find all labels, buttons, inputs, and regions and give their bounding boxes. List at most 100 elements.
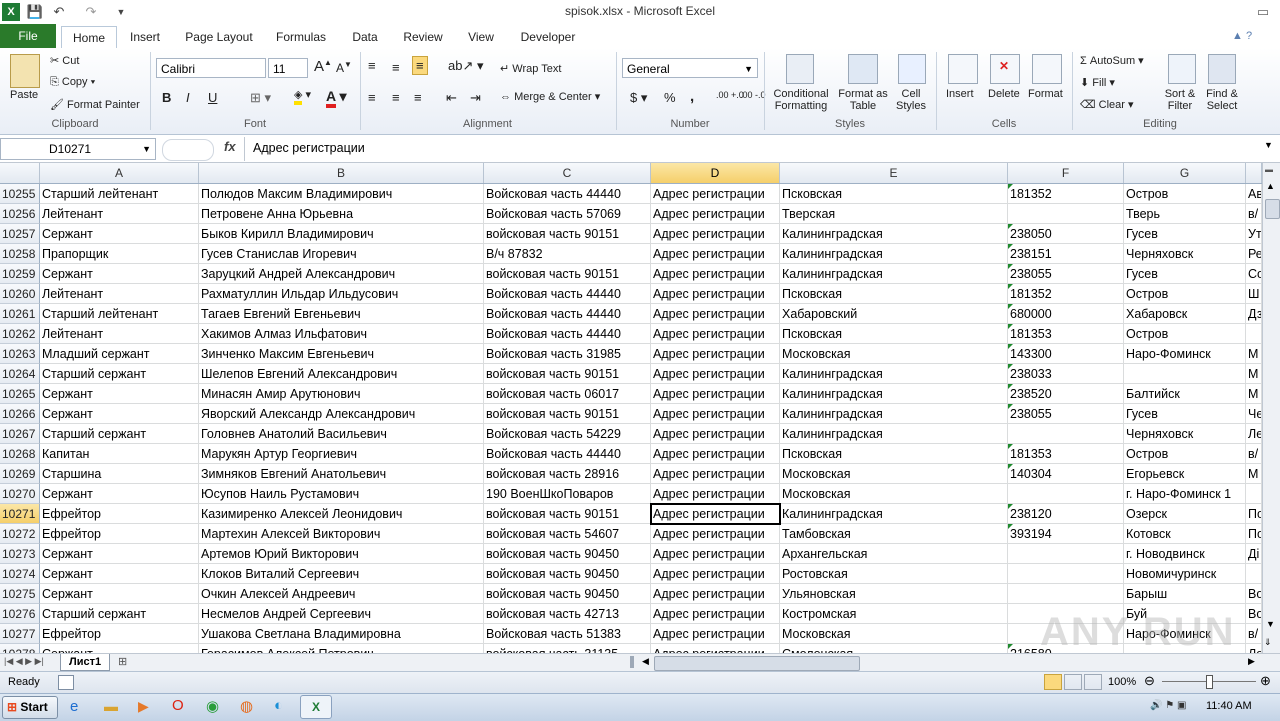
row-header[interactable]: 10264: [0, 364, 40, 384]
cell-c[interactable]: войсковая часть 90151: [484, 504, 651, 524]
cell-e[interactable]: Костромская: [780, 604, 1008, 624]
row-header[interactable]: 10261: [0, 304, 40, 324]
cell-h[interactable]: Во: [1246, 584, 1262, 604]
font-name-combo[interactable]: Calibri: [156, 58, 266, 78]
cell-f[interactable]: [1008, 204, 1124, 224]
cell-f[interactable]: 238520: [1008, 384, 1124, 404]
orientation-icon[interactable]: ab↗ ▾: [448, 58, 484, 74]
cell-b[interactable]: Мартехин Алексей Викторович: [199, 524, 484, 544]
cell-g[interactable]: Хабаровск: [1124, 304, 1246, 324]
underline-button[interactable]: U: [208, 90, 217, 105]
tab-formulas[interactable]: Formulas: [268, 26, 334, 48]
page-break-view-icon[interactable]: [1084, 674, 1102, 690]
tab-home[interactable]: Home: [61, 26, 117, 50]
currency-button[interactable]: $ ▾: [630, 90, 647, 106]
cell-h[interactable]: М: [1246, 364, 1262, 384]
cell-h[interactable]: М: [1246, 384, 1262, 404]
copy-button[interactable]: ⎘ Copy ▾: [50, 76, 95, 89]
cell-c[interactable]: Войсковая часть 44440: [484, 304, 651, 324]
cell-f[interactable]: 238151: [1008, 244, 1124, 264]
row-header[interactable]: 10255: [0, 184, 40, 204]
cell-f[interactable]: 238120: [1008, 504, 1124, 524]
cell-f[interactable]: [1008, 484, 1124, 504]
cell-f[interactable]: 181353: [1008, 324, 1124, 344]
cell-e[interactable]: Хабаровский: [780, 304, 1008, 324]
fill-color-icon[interactable]: ◈ ▾: [294, 88, 311, 105]
cell-e[interactable]: Ульяновская: [780, 584, 1008, 604]
insert-function-icon[interactable]: fx: [224, 139, 236, 154]
cell-h[interactable]: в/: [1246, 624, 1262, 644]
cell-c[interactable]: Войсковая часть 51383: [484, 624, 651, 644]
cell-g[interactable]: Новомичуринск: [1124, 564, 1246, 584]
comma-button[interactable]: ,: [690, 88, 694, 105]
align-left-icon[interactable]: ≡: [368, 90, 376, 105]
cell-e[interactable]: Ростовская: [780, 564, 1008, 584]
scroll-down-icon[interactable]: ▼: [1266, 619, 1275, 629]
vertical-scroll-thumb[interactable]: [1265, 199, 1280, 219]
align-right-icon[interactable]: ≡: [414, 90, 422, 105]
row-header[interactable]: 10271: [0, 504, 40, 524]
cell-c[interactable]: войсковая часть 90151: [484, 404, 651, 424]
cell-d[interactable]: Адрес регистрации: [651, 384, 780, 404]
row-header[interactable]: 10267: [0, 424, 40, 444]
tab-insert[interactable]: Insert: [121, 26, 169, 48]
chrome-icon[interactable]: ◉: [206, 697, 219, 715]
conditional-formatting-button[interactable]: Conditional Formatting: [770, 88, 832, 112]
scroll-up-icon[interactable]: ▲: [1266, 181, 1275, 191]
cell-c[interactable]: В/ч 87832: [484, 244, 651, 264]
cell-a[interactable]: Старшина: [40, 464, 199, 484]
cell-a[interactable]: Младший сержант: [40, 344, 199, 364]
cell-e[interactable]: Архангельская: [780, 544, 1008, 564]
cell-d[interactable]: Адрес регистрации: [651, 624, 780, 644]
row-header[interactable]: 10263: [0, 344, 40, 364]
cell-d[interactable]: Адрес регистрации: [651, 204, 780, 224]
bold-button[interactable]: B: [162, 90, 171, 105]
cell-a[interactable]: Старший лейтенант: [40, 184, 199, 204]
column-header-a[interactable]: A: [40, 163, 199, 183]
cell-b[interactable]: Герасимов Алексей Петрович: [199, 644, 484, 653]
cell-d[interactable]: Адрес регистрации: [651, 644, 780, 653]
cell-g[interactable]: Остров: [1124, 444, 1246, 464]
cell-f[interactable]: 181352: [1008, 284, 1124, 304]
cell-e[interactable]: Московская: [780, 464, 1008, 484]
window-controls[interactable]: ▭: [1248, 3, 1278, 21]
cell-g[interactable]: Гусев: [1124, 264, 1246, 284]
number-format-combo[interactable]: General ▼: [622, 58, 758, 78]
cell-d[interactable]: Адрес регистрации: [651, 604, 780, 624]
cell-g[interactable]: Балтийск: [1124, 384, 1246, 404]
cell-h[interactable]: Во: [1246, 604, 1262, 624]
cell-f[interactable]: [1008, 564, 1124, 584]
scroll-right-icon[interactable]: ▶: [1248, 656, 1255, 667]
horizontal-scroll-thumb[interactable]: [654, 656, 860, 671]
cell-b[interactable]: Головнев Анатолий Васильевич: [199, 424, 484, 444]
cell-a[interactable]: Старший лейтенант: [40, 304, 199, 324]
cell-f[interactable]: [1008, 424, 1124, 444]
row-header[interactable]: 10262: [0, 324, 40, 344]
cell-b[interactable]: Ушакова Светлана Владимировна: [199, 624, 484, 644]
cell-e[interactable]: Тамбовская: [780, 524, 1008, 544]
row-header[interactable]: 10260: [0, 284, 40, 304]
cell-g[interactable]: Остров: [1124, 284, 1246, 304]
percent-button[interactable]: %: [664, 90, 676, 105]
cell-g[interactable]: Остров: [1124, 184, 1246, 204]
cell-d[interactable]: Адрес регистрации: [651, 284, 780, 304]
cell-d[interactable]: Адрес регистрации: [651, 504, 780, 524]
cell-c[interactable]: войсковая часть 90151: [484, 224, 651, 244]
cell-h[interactable]: Ле: [1246, 424, 1262, 444]
format-as-table-button[interactable]: Format as Table: [838, 88, 888, 112]
align-top-icon[interactable]: ≡: [368, 58, 376, 73]
cell-f[interactable]: 181352: [1008, 184, 1124, 204]
media-player-icon[interactable]: ▶: [138, 698, 149, 715]
row-header[interactable]: 10270: [0, 484, 40, 504]
insert-cells-button[interactable]: Insert: [946, 88, 974, 100]
cell-e[interactable]: Калининградская: [780, 264, 1008, 284]
cell-e[interactable]: Калининградская: [780, 244, 1008, 264]
paste-icon[interactable]: [10, 54, 40, 88]
delete-cells-button[interactable]: Delete: [988, 88, 1020, 100]
cell-b[interactable]: Хакимов Алмаз Ильфатович: [199, 324, 484, 344]
cell-f[interactable]: 181353: [1008, 444, 1124, 464]
start-button[interactable]: ⊞ Start: [2, 696, 58, 719]
cell-b[interactable]: Очкин Алексей Андреевич: [199, 584, 484, 604]
cell-h[interactable]: Ав: [1246, 184, 1262, 204]
column-header-h[interactable]: [1246, 163, 1262, 183]
